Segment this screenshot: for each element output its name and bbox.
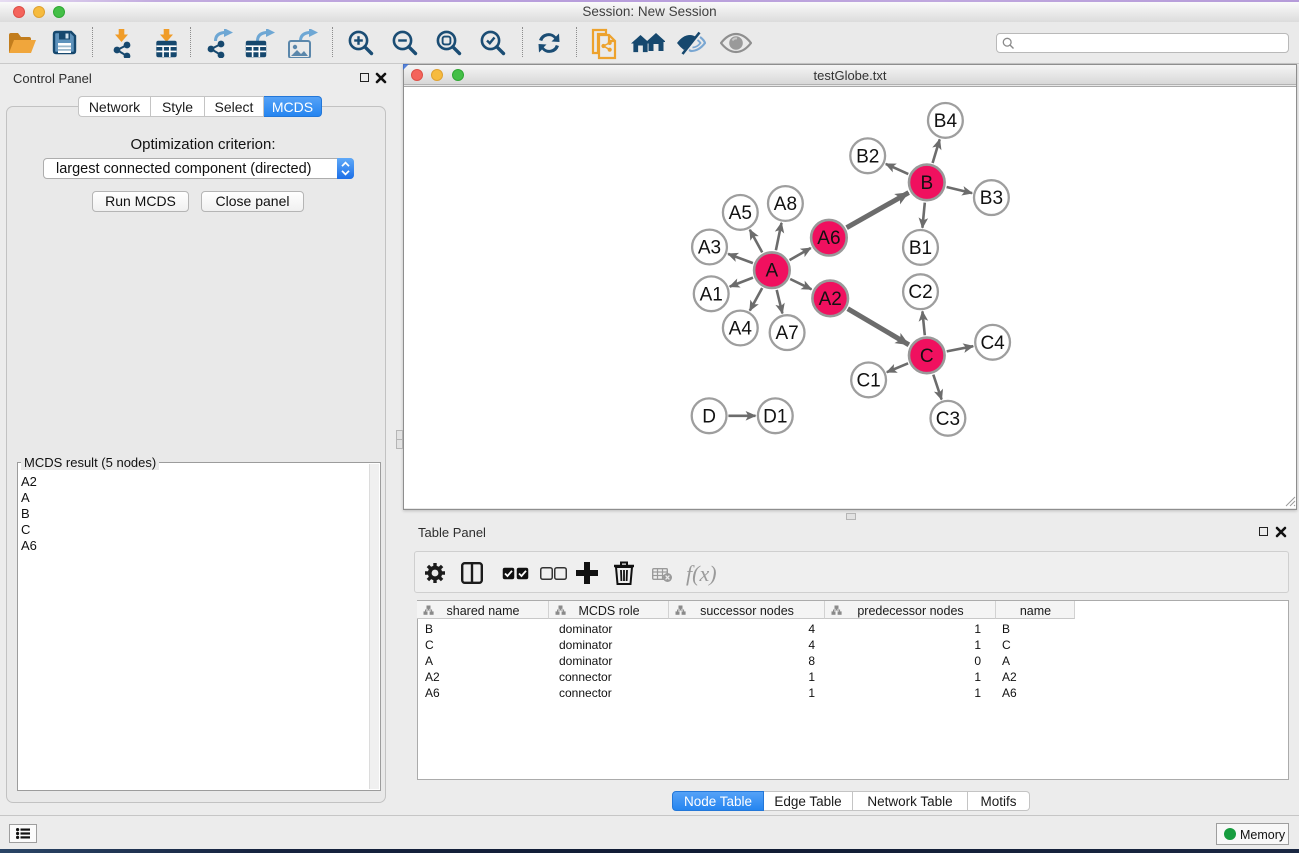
svg-text:A1: A1 [700, 284, 723, 305]
svg-text:A: A [766, 261, 779, 282]
svg-text:C2: C2 [908, 282, 932, 303]
svg-text:B1: B1 [909, 238, 932, 259]
svg-text:A7: A7 [775, 323, 798, 344]
svg-text:C1: C1 [856, 370, 880, 391]
svg-text:A3: A3 [698, 238, 721, 259]
svg-text:C: C [920, 346, 934, 367]
svg-text:A6: A6 [817, 228, 840, 249]
svg-text:B3: B3 [980, 188, 1003, 209]
svg-text:D1: D1 [763, 406, 787, 427]
svg-text:A2: A2 [819, 289, 842, 310]
svg-text:B2: B2 [856, 146, 879, 167]
svg-text:A5: A5 [729, 203, 752, 224]
svg-text:B: B [920, 173, 933, 194]
svg-text:A8: A8 [774, 194, 797, 215]
svg-text:A4: A4 [729, 319, 753, 340]
svg-text:B4: B4 [934, 111, 958, 132]
svg-text:C3: C3 [936, 409, 960, 430]
svg-text:D: D [702, 406, 716, 427]
svg-text:C4: C4 [980, 333, 1005, 354]
